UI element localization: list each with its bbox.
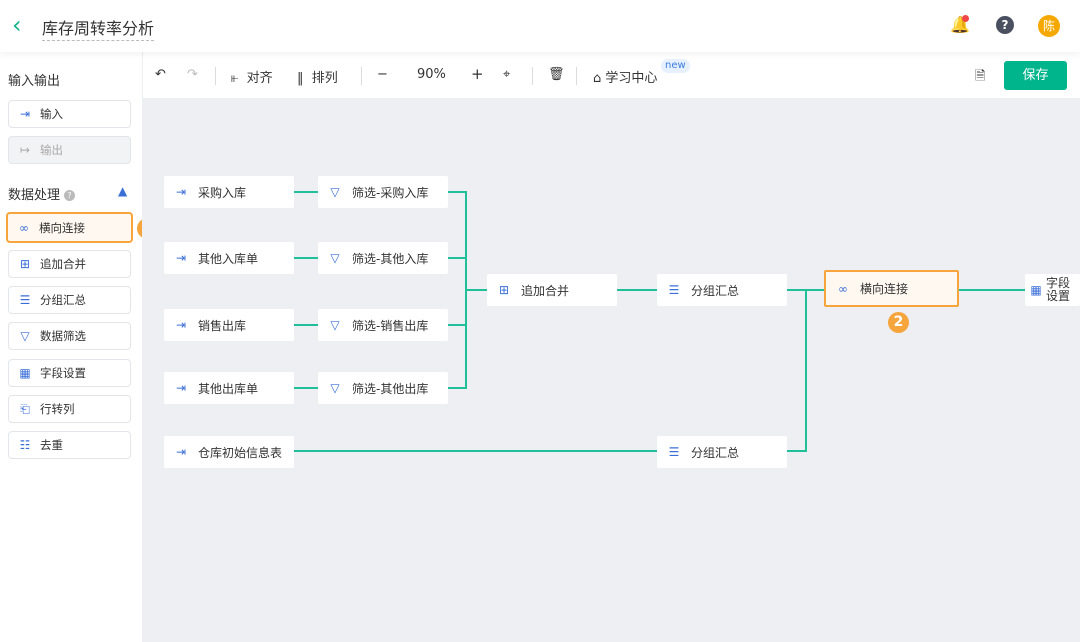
- divider: [361, 67, 362, 85]
- filter-icon: ▽: [330, 381, 340, 395]
- link-icon: ∞: [19, 220, 29, 235]
- filter-icon: ▽: [330, 318, 340, 332]
- merge-icon: ⊞: [498, 283, 510, 297]
- arrange-icon: ‖: [297, 71, 312, 86]
- table-icon: ▦: [1030, 283, 1042, 297]
- arrange-button[interactable]: ‖ 排列: [297, 67, 338, 86]
- output-icon: ↦: [19, 143, 31, 157]
- input-icon: ⇥: [175, 381, 187, 395]
- list-icon: ☰: [668, 445, 680, 459]
- dedupe-icon: ☷: [19, 438, 31, 452]
- new-badge: new: [661, 59, 690, 73]
- flow-node[interactable]: ⇥ 其他入库单: [164, 242, 294, 274]
- sidebar-item-input[interactable]: ⇥ 输入: [8, 100, 131, 128]
- edge: [786, 289, 824, 452]
- step-badge-2: 2: [888, 312, 909, 333]
- input-icon: ⇥: [175, 185, 187, 199]
- flow-node[interactable]: ⊞ 追加合并: [487, 274, 617, 306]
- divider: [532, 67, 533, 85]
- filter-icon: ▽: [20, 329, 30, 343]
- input-icon: ⇥: [19, 107, 31, 121]
- flow-node[interactable]: ▽ 筛选-销售出库: [318, 309, 448, 341]
- back-chevron-icon[interactable]: ‹: [12, 13, 32, 37]
- notification-dot: [962, 15, 969, 22]
- flow-node[interactable]: ▽ 筛选-其他入库: [318, 242, 448, 274]
- list-icon: ☰: [19, 293, 31, 307]
- list-icon: ☰: [668, 283, 680, 297]
- input-icon: ⇥: [175, 251, 187, 265]
- zoom-level: 90%: [417, 67, 446, 82]
- input-icon: ⇥: [175, 318, 187, 332]
- flow-node[interactable]: ⇥ 仓库初始信息表: [164, 436, 294, 468]
- edge: [447, 191, 487, 389]
- preview-icon[interactable]: 🗎: [975, 67, 985, 89]
- filter-icon: ▽: [330, 251, 340, 265]
- sidebar-item-filter[interactable]: ▽ 数据筛选: [8, 322, 131, 350]
- flow-node-selected[interactable]: ∞ 横向连接: [824, 270, 959, 307]
- save-button[interactable]: 保存: [1004, 61, 1067, 90]
- redo-icon[interactable]: ↷: [187, 67, 198, 82]
- locate-icon[interactable]: ⌖: [503, 67, 510, 82]
- flow-node[interactable]: ⇥ 采购入库: [164, 176, 294, 208]
- avatar[interactable]: 陈: [1038, 15, 1060, 37]
- align-button[interactable]: ⫦ 对齐: [231, 67, 273, 86]
- help-icon[interactable]: ?: [64, 190, 76, 201]
- sidebar-item-join[interactable]: ∞ 横向连接: [6, 212, 133, 243]
- section-title-processing: 数据处理?: [8, 184, 76, 203]
- sidebar-item-output[interactable]: ↦ 输出: [8, 136, 131, 164]
- undo-icon[interactable]: ↶: [155, 67, 166, 82]
- sidebar-item-dedupe[interactable]: ☷ 去重: [8, 431, 131, 459]
- pivot-icon: ⎗: [20, 401, 30, 416]
- flow-canvas[interactable]: ⇥ 采购入库 ▽ 筛选-采购入库 ⇥ 其他入库单 ▽ 筛选-其他入库 ⇥ 销售出库 ▽ 筛选…: [142, 98, 1080, 642]
- divider: [215, 67, 216, 85]
- sidebar-item-append[interactable]: ⊞ 追加合并: [8, 250, 131, 278]
- table-icon: ▦: [19, 366, 31, 380]
- input-icon: ⇥: [175, 445, 187, 459]
- learning-center-button[interactable]: ⌂ 学习中心: [593, 67, 657, 86]
- link-icon: ∞: [838, 281, 848, 296]
- zoom-in-icon[interactable]: +: [471, 65, 484, 83]
- flow-node[interactable]: ▽ 筛选-采购入库: [318, 176, 448, 208]
- sidebar: 输入输出 ⇥输入 ↦输出 数据处理? ▲ ∞横向连接 1 ⊞追加合并 ☰分组汇总…: [0, 52, 158, 642]
- section-title-io: 输入输出: [8, 74, 61, 89]
- graduation-cap-icon: ⌂: [593, 71, 606, 86]
- flow-node[interactable]: ▦ 字段设置: [1025, 274, 1080, 306]
- align-icon: ⫦: [231, 71, 247, 86]
- warning-icon[interactable]: ▲: [118, 184, 127, 198]
- flow-node[interactable]: ▽ 筛选-其他出库: [318, 372, 448, 404]
- divider: [576, 67, 577, 85]
- zoom-out-icon[interactable]: −: [377, 67, 388, 82]
- flow-node[interactable]: ☰ 分组汇总: [657, 274, 787, 306]
- flow-node[interactable]: ⇥ 其他出库单: [164, 372, 294, 404]
- merge-icon: ⊞: [19, 257, 31, 271]
- sidebar-item-fields[interactable]: ▦ 字段设置: [8, 359, 131, 387]
- filter-icon: ▽: [330, 185, 340, 199]
- flow-node[interactable]: ☰ 分组汇总: [657, 436, 787, 468]
- sidebar-item-pivot[interactable]: ⎗ 行转列: [8, 395, 131, 423]
- page-title[interactable]: 库存周转率分析: [42, 15, 155, 41]
- header: ‹ 库存周转率分析 🔔 ? 陈: [0, 0, 1080, 52]
- delete-icon[interactable]: 🗑: [548, 67, 565, 82]
- toolbar: ↶ ↷ ⫦ 对齐 ‖ 排列 − 90% + ⌖ 🗑 ⌂ 学习中心 new 🗎 保…: [142, 52, 1080, 98]
- sidebar-item-group[interactable]: ☰ 分组汇总: [8, 286, 131, 314]
- help-icon[interactable]: ?: [996, 16, 1014, 34]
- flow-node[interactable]: ⇥ 销售出库: [164, 309, 294, 341]
